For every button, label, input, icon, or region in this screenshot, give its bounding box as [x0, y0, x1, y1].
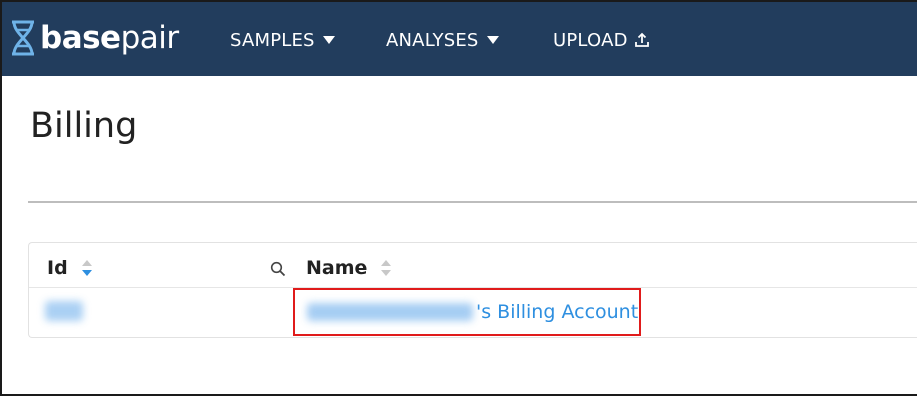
- nav-samples-label: SAMPLES: [230, 29, 315, 51]
- upload-icon: [634, 32, 649, 47]
- highlight-box: [293, 288, 641, 336]
- nav-upload-label: UPLOAD: [553, 29, 628, 51]
- column-header-name-label: Name: [306, 257, 368, 279]
- divider: [28, 201, 917, 203]
- dna-helix-icon: [12, 20, 34, 56]
- nav-analyses-menu[interactable]: ANALYSES: [386, 29, 499, 51]
- column-header-id[interactable]: Id: [47, 257, 92, 279]
- nav-upload-link[interactable]: UPLOAD: [553, 29, 649, 51]
- chevron-down-icon: [322, 36, 335, 44]
- search-icon[interactable]: [270, 261, 286, 277]
- nav-samples-menu[interactable]: SAMPLES: [230, 29, 335, 51]
- page-title: Billing: [30, 106, 138, 146]
- brand-light-text: pair: [120, 20, 180, 56]
- column-header-id-label: Id: [47, 257, 68, 279]
- sort-icon[interactable]: [381, 258, 392, 278]
- column-header-name[interactable]: Name: [306, 257, 392, 279]
- sort-icon[interactable]: [81, 258, 92, 278]
- nav-analyses-label: ANALYSES: [386, 29, 479, 51]
- basepair-logo[interactable]: base pair: [10, 16, 179, 60]
- top-navbar: base pair SAMPLES ANALYSES UPLOAD: [2, 2, 917, 76]
- chevron-down-icon: [486, 36, 499, 44]
- brand-bold-text: base: [40, 20, 121, 56]
- table-row-id-redacted[interactable]: [45, 301, 83, 321]
